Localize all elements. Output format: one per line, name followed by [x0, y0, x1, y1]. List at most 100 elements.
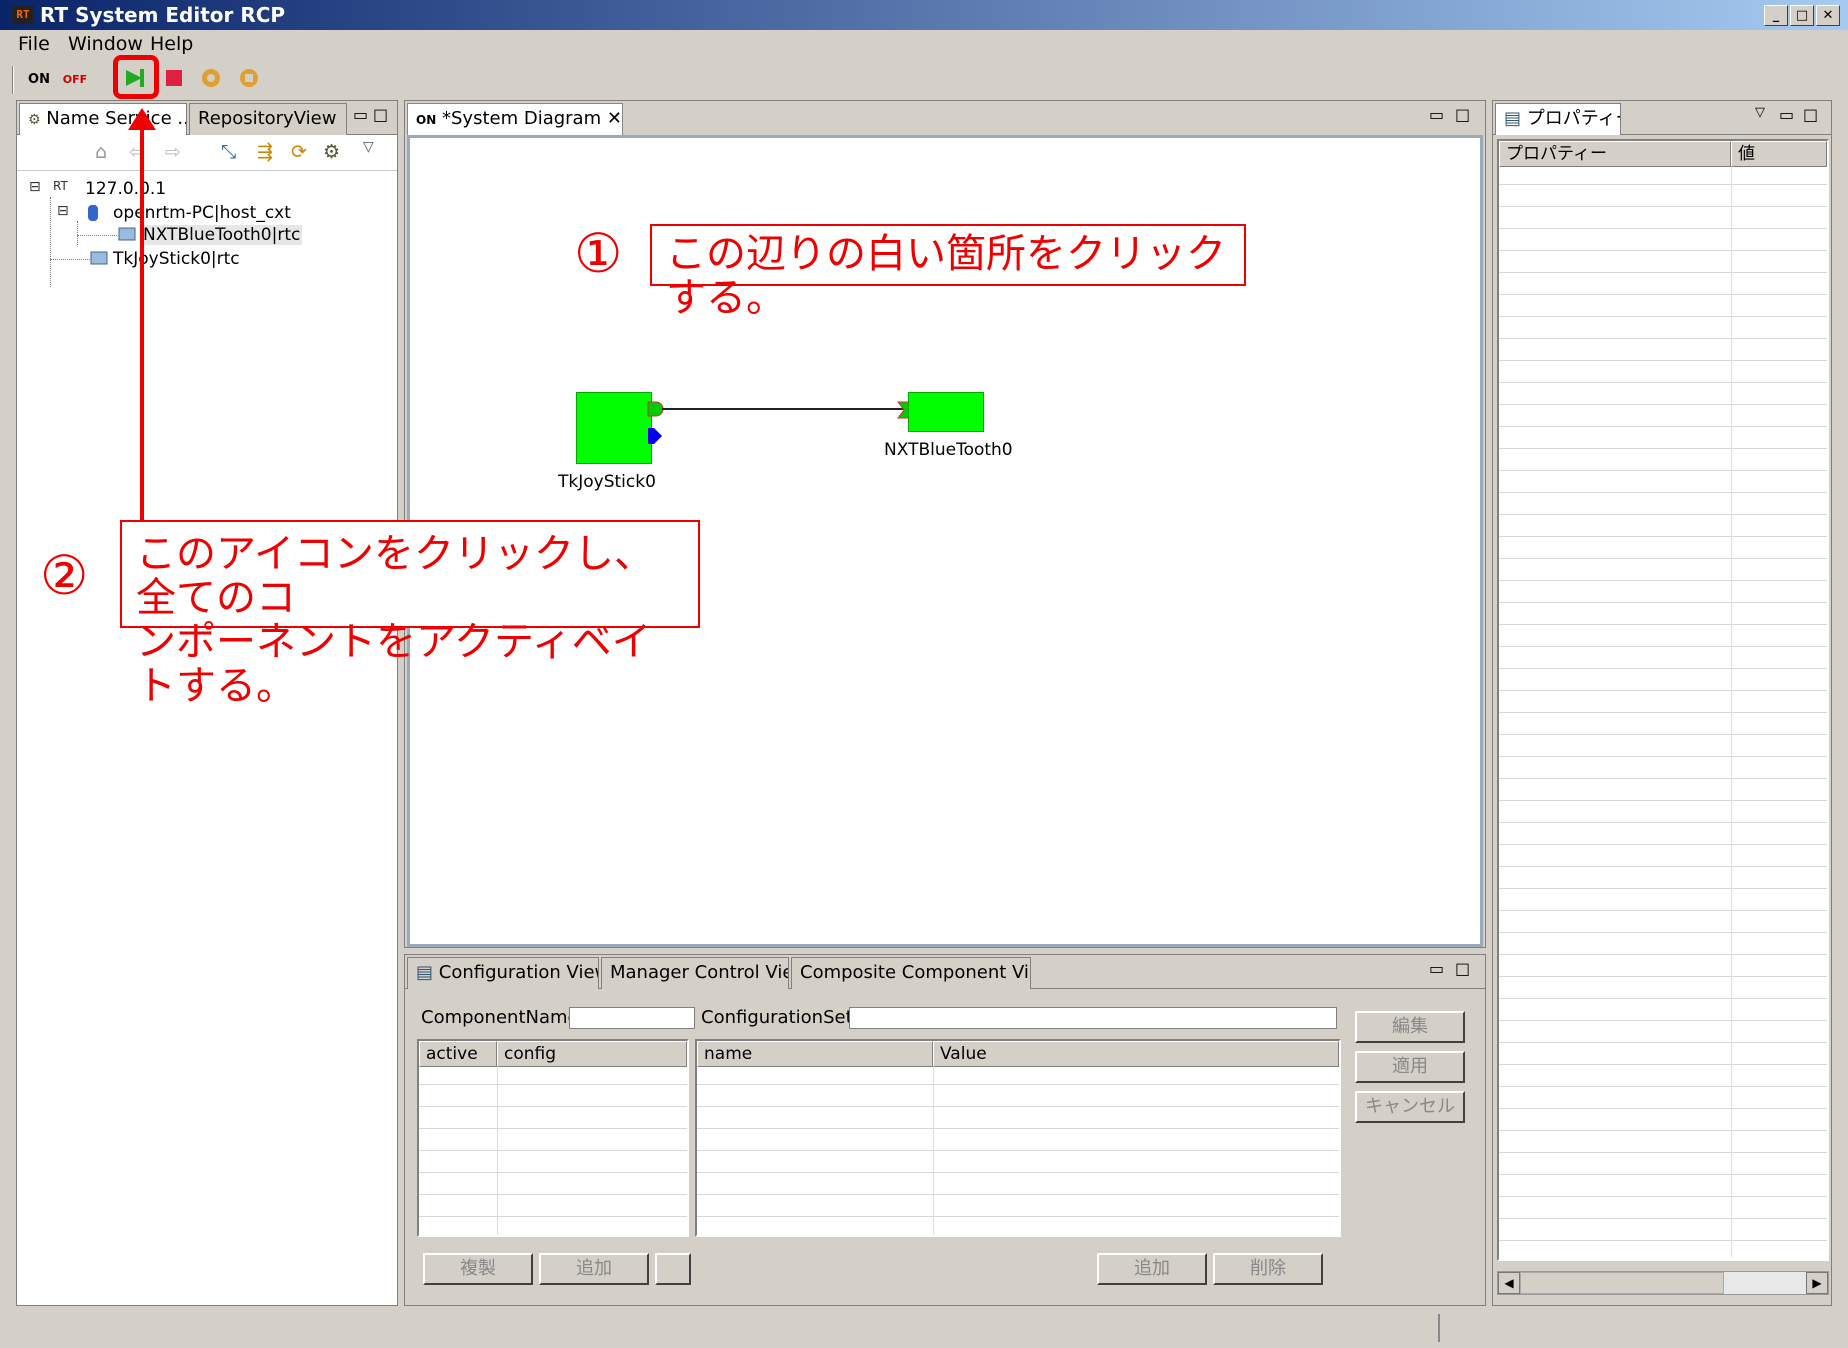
- all-on-icon[interactable]: ON: [24, 66, 54, 94]
- connect-icon[interactable]: ⚙: [323, 141, 340, 163]
- left-tabstrip: ⚙ Name Service ... RepositoryView ▭ □: [17, 101, 397, 135]
- start-glyph: [202, 69, 220, 87]
- tree-expander-root[interactable]: ⊟: [29, 179, 41, 195]
- home-icon[interactable]: ⌂: [95, 141, 107, 163]
- scroll-thumb[interactable]: [1520, 1272, 1724, 1294]
- col-value[interactable]: Value: [933, 1041, 1339, 1067]
- host-cylinder-icon: [88, 205, 98, 221]
- menu-help[interactable]: Help: [150, 33, 193, 55]
- plug-icon: ⚙: [28, 112, 41, 128]
- left-view-toolbar: ⌂ ⇦ ⇨ ⤡ ⇶ ⟳ ⚙ ▽: [17, 135, 397, 171]
- status-bar: [0, 1310, 1848, 1348]
- tab-configuration-view[interactable]: ▤ Configuration View: [407, 957, 599, 989]
- scroll-left-icon[interactable]: ◀: [1498, 1272, 1520, 1294]
- tree-line: [50, 197, 51, 287]
- step2-line2: ンポーネントをアクティベイトする。: [136, 619, 652, 709]
- table-icon: ▤: [416, 962, 434, 983]
- tab-properties[interactable]: ▤ プロパティー: [1495, 103, 1621, 135]
- properties-panel: ▤ プロパティー ▽ ▭ □ プロパティー 値 ◀ ▶: [1492, 100, 1832, 1306]
- refresh-view-icon[interactable]: ⤡: [221, 141, 236, 163]
- col-active[interactable]: active: [419, 1041, 497, 1067]
- tree-expander-host[interactable]: ⊟: [57, 203, 69, 219]
- name-service-tree: ⊟ RT 127.0.0.1 ⊟ openrtm-PC|host_cxt NXT…: [17, 173, 397, 1303]
- maximize-icon[interactable]: □: [373, 105, 388, 124]
- menu-file[interactable]: File: [18, 33, 50, 55]
- delete-button[interactable]: 削除: [1213, 1253, 1323, 1285]
- close-button[interactable]: ✕: [1816, 5, 1840, 26]
- activate-icon-highlight: [113, 55, 159, 99]
- minimize-button[interactable]: _: [1764, 5, 1788, 26]
- component-nxtbluetooth[interactable]: [908, 392, 984, 432]
- properties-tabstrip: ▤ プロパティー ▽ ▭ □: [1493, 101, 1831, 135]
- config-tabstrip: ▤ Configuration View Manager Control Vie…: [405, 955, 1485, 989]
- maximize-icon[interactable]: □: [1455, 959, 1470, 978]
- col-property-value[interactable]: 値: [1731, 141, 1827, 167]
- cancel-button[interactable]: キャンセル: [1355, 1091, 1465, 1123]
- config-params-table[interactable]: name Value: [695, 1039, 1341, 1237]
- off-label: OFF: [62, 73, 88, 86]
- component-name-label: ComponentName:: [421, 1007, 585, 1028]
- filter-icon[interactable]: ⇶: [257, 141, 273, 163]
- menu-bar: File Window Help: [0, 30, 1848, 58]
- tab-name-service-label: Name Service ...: [46, 108, 187, 129]
- maximize-icon[interactable]: □: [1455, 105, 1470, 124]
- app-icon: RT: [12, 6, 34, 24]
- minimize-icon[interactable]: ▭: [1429, 959, 1444, 978]
- tree-node-nxt[interactable]: NXTBlueTooth0|rtc: [141, 225, 303, 245]
- tab-repository-label: RepositoryView: [198, 108, 337, 129]
- all-off-icon[interactable]: OFF: [60, 66, 90, 94]
- more-button[interactable]: [655, 1253, 691, 1285]
- view-menu-icon[interactable]: ▽: [1755, 105, 1765, 120]
- title-bar: RT RT System Editor RCP _ □ ✕: [0, 0, 1848, 30]
- rt-root-icon: RT: [53, 179, 68, 193]
- diagram-on-icon: ON: [416, 113, 437, 127]
- close-tab-icon[interactable]: ✕: [607, 108, 622, 129]
- config-set-table[interactable]: active config: [417, 1039, 689, 1237]
- horizontal-scrollbar[interactable]: ◀ ▶: [1497, 1271, 1829, 1295]
- minimize-icon[interactable]: ▭: [353, 105, 368, 124]
- maximize-button[interactable]: □: [1790, 5, 1814, 26]
- menu-window[interactable]: Window: [68, 33, 143, 55]
- col-property[interactable]: プロパティー: [1499, 141, 1731, 167]
- tab-properties-label: プロパティー: [1526, 108, 1620, 129]
- step2-line1: このアイコンをクリックし、全てのコ: [136, 531, 654, 621]
- edit-button[interactable]: 編集: [1355, 1011, 1465, 1043]
- window-title: RT System Editor RCP: [40, 3, 286, 27]
- tree-node-tkjoystick[interactable]: TkJoyStick0|rtc: [113, 249, 240, 269]
- forward-icon[interactable]: ⇨: [165, 141, 181, 163]
- apply-button[interactable]: 適用: [1355, 1051, 1465, 1083]
- configuration-set-field[interactable]: [849, 1007, 1337, 1029]
- deactivate-all-icon[interactable]: [160, 66, 190, 94]
- tab-manager-control-view[interactable]: Manager Control View: [601, 957, 789, 989]
- col-divider: [933, 1067, 934, 1235]
- minimize-icon[interactable]: ▭: [1779, 105, 1794, 124]
- col-divider: [497, 1067, 498, 1235]
- tab-system-diagram[interactable]: ON *System Diagram ✕: [407, 103, 623, 135]
- minimize-icon[interactable]: ▭: [1429, 105, 1444, 124]
- view-menu-icon[interactable]: ▽: [363, 139, 374, 155]
- tab-manager-label: Manager Control View: [610, 962, 789, 983]
- stop-icon[interactable]: [234, 66, 264, 94]
- configuration-view-panel: ▤ Configuration View Manager Control Vie…: [404, 954, 1486, 1306]
- component-tkjoystick[interactable]: [576, 392, 652, 464]
- properties-table[interactable]: プロパティー 値: [1497, 139, 1829, 1261]
- col-config[interactable]: config: [497, 1041, 687, 1067]
- col-name[interactable]: name: [697, 1041, 933, 1067]
- maximize-icon[interactable]: □: [1803, 105, 1818, 124]
- tree-node-root[interactable]: 127.0.0.1: [85, 179, 166, 199]
- start-icon[interactable]: [196, 66, 226, 94]
- tab-name-service[interactable]: ⚙ Name Service ...: [19, 103, 187, 135]
- scroll-right-icon[interactable]: ▶: [1806, 1272, 1828, 1294]
- status-divider: [1438, 1314, 1440, 1342]
- port-connection-line[interactable]: [662, 408, 904, 410]
- tab-composite-component-view[interactable]: Composite Component View: [791, 957, 1031, 989]
- sync-icon[interactable]: ⟳: [291, 141, 307, 163]
- step1-number: ①: [574, 222, 623, 285]
- stop-glyph: [240, 69, 258, 87]
- component-name-field[interactable]: [569, 1007, 695, 1029]
- tab-repository-view[interactable]: RepositoryView: [189, 103, 347, 135]
- diagram-tabstrip: ON *System Diagram ✕ ▭ □: [405, 101, 1485, 135]
- add-param-button[interactable]: 追加: [1097, 1253, 1207, 1285]
- copy-button[interactable]: 複製: [423, 1253, 533, 1285]
- add-configset-button[interactable]: 追加: [539, 1253, 649, 1285]
